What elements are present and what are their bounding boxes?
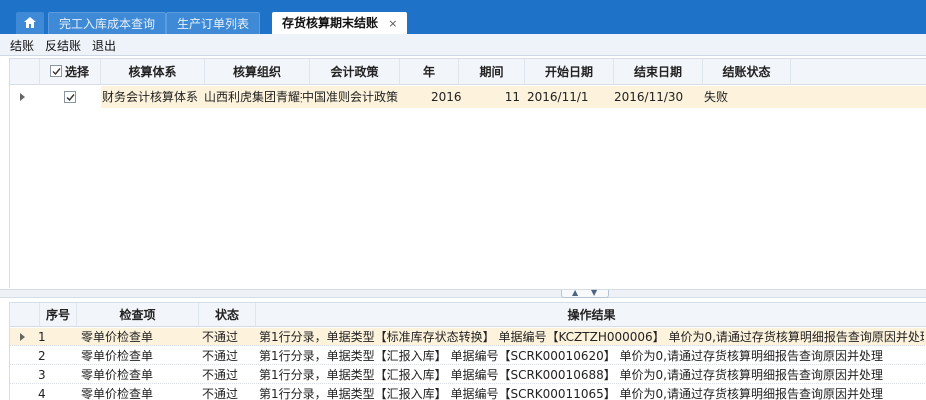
table-row[interactable]: 1 零单价检查单 不通过 第1行分录，单据类型【标准库存状态转换】 单据编号【K…	[10, 328, 926, 346]
col-check-item: 检查项	[77, 303, 199, 327]
col-year: 年	[400, 59, 459, 85]
row-checkbox[interactable]	[64, 91, 76, 103]
reverse-close-button[interactable]: 反结账	[45, 37, 81, 54]
cell-state: 不通过	[202, 368, 239, 382]
cell-seq: 4	[38, 387, 46, 400]
home-icon	[24, 17, 36, 28]
tab-production-order-list[interactable]: 生产订单列表	[166, 12, 261, 34]
col-accounting-org: 核算组织	[205, 59, 310, 85]
cell-seq: 3	[38, 368, 46, 382]
cell-accounting-system: 财务会计核算体系	[102, 90, 199, 104]
table-row[interactable]: 2 零单价检查单 不通过 第1行分录，单据类型【汇报入库】 单据编号【SCRK0…	[10, 347, 926, 365]
splitter-toggle[interactable]: ▲ ▼	[561, 288, 609, 298]
cell-state: 不通过	[202, 387, 239, 400]
cell-operation-result: 第1行分录，单据类型【汇报入库】 单据编号【SCRK00010620】 单价为0…	[259, 349, 883, 363]
cell-start-date: 2016/11/1	[527, 90, 589, 104]
check-icon	[66, 94, 75, 102]
exit-button[interactable]: 退出	[92, 37, 116, 54]
home-tab[interactable]	[16, 12, 44, 34]
chevron-down-icon[interactable]: ▼	[591, 288, 597, 297]
col-start-date: 开始日期	[525, 59, 614, 85]
cell-check-item: 零单价检查单	[81, 387, 154, 400]
tab-bar: 完工入库成本查询 生产订单列表 存货核算期末结账 ×	[0, 0, 926, 34]
col-accounting-system: 核算体系	[101, 59, 205, 85]
tab-inventory-period-close[interactable]: 存货核算期末结账 ×	[272, 12, 408, 35]
tab-completion-cost-query[interactable]: 完工入库成本查询	[48, 12, 167, 34]
cell-operation-result: 第1行分录，单据类型【标准库存状态转换】 单据编号【KCZTZH000006】 …	[259, 330, 924, 344]
grid-header: 序号 检查项 状态 操作结果	[10, 303, 926, 327]
cell-check-item: 零单价检查单	[81, 330, 154, 344]
accounting-period-grid: 选择 核算体系 核算组织 会计政策 年 期间 开始日期 结束日期 结账状态 财务…	[9, 58, 926, 288]
col-period: 期间	[459, 59, 525, 85]
close-period-button[interactable]: 结账	[10, 37, 34, 54]
row-indicator-icon	[20, 333, 25, 341]
cell-seq: 2	[38, 349, 46, 363]
cell-seq: 1	[38, 330, 46, 344]
table-row[interactable]: 4 零单价检查单 不通过 第1行分录，单据类型【汇报入库】 单据编号【SCRK0…	[10, 385, 926, 400]
grid-header: 选择 核算体系 核算组织 会计政策 年 期间 开始日期 结束日期 结账状态	[10, 59, 926, 85]
cell-period: 11	[504, 90, 520, 104]
cell-state: 不通过	[202, 349, 239, 363]
pane-splitter[interactable]: ▲ ▼	[0, 288, 926, 298]
cell-accounting-policy: 中国准则会计政策	[302, 90, 399, 104]
close-icon[interactable]: ×	[388, 13, 397, 35]
cell-state: 不通过	[202, 330, 239, 344]
cell-end-date: 2016/11/30	[614, 90, 684, 104]
cell-close-status: 失败	[704, 90, 729, 104]
cell-year: 2016	[431, 90, 462, 104]
cell-operation-result: 第1行分录，单据类型【汇报入库】 单据编号【SCRK00010688】 单价为0…	[259, 368, 883, 382]
col-accounting-policy: 会计政策	[310, 59, 400, 85]
col-end-date: 结束日期	[614, 59, 703, 85]
cell-operation-result: 第1行分录，单据类型【汇报入库】 单据编号【SCRK00011065】 单价为0…	[259, 387, 883, 400]
col-operation-result: 操作结果	[567, 308, 616, 322]
check-result-grid: 序号 检查项 状态 操作结果 1 零单价检查单 不通过 第1行分录，单据类型【标…	[9, 302, 926, 400]
select-all-checkbox[interactable]	[50, 65, 62, 77]
cell-accounting-org: 山西利虎集团青耀技	[204, 90, 302, 104]
check-icon	[52, 68, 61, 76]
row-indicator-icon	[20, 93, 25, 101]
table-row[interactable]: 财务会计核算体系 山西利虎集团青耀技 中国准则会计政策 2016 11 2016…	[10, 86, 926, 108]
chevron-up-icon[interactable]: ▲	[572, 288, 578, 297]
col-seq: 序号	[40, 303, 77, 327]
cell-check-item: 零单价检查单	[81, 368, 154, 382]
col-state: 状态	[199, 303, 256, 327]
row-indicator-header	[10, 303, 40, 327]
row-indicator-header	[10, 59, 40, 85]
select-all-header[interactable]: 选择	[40, 59, 101, 85]
cell-check-item: 零单价检查单	[81, 349, 154, 363]
table-row[interactable]: 3 零单价检查单 不通过 第1行分录，单据类型【汇报入库】 单据编号【SCRK0…	[10, 366, 926, 384]
col-close-status: 结账状态	[703, 59, 791, 85]
menu-bar: 结账 反结账 退出	[0, 34, 926, 56]
